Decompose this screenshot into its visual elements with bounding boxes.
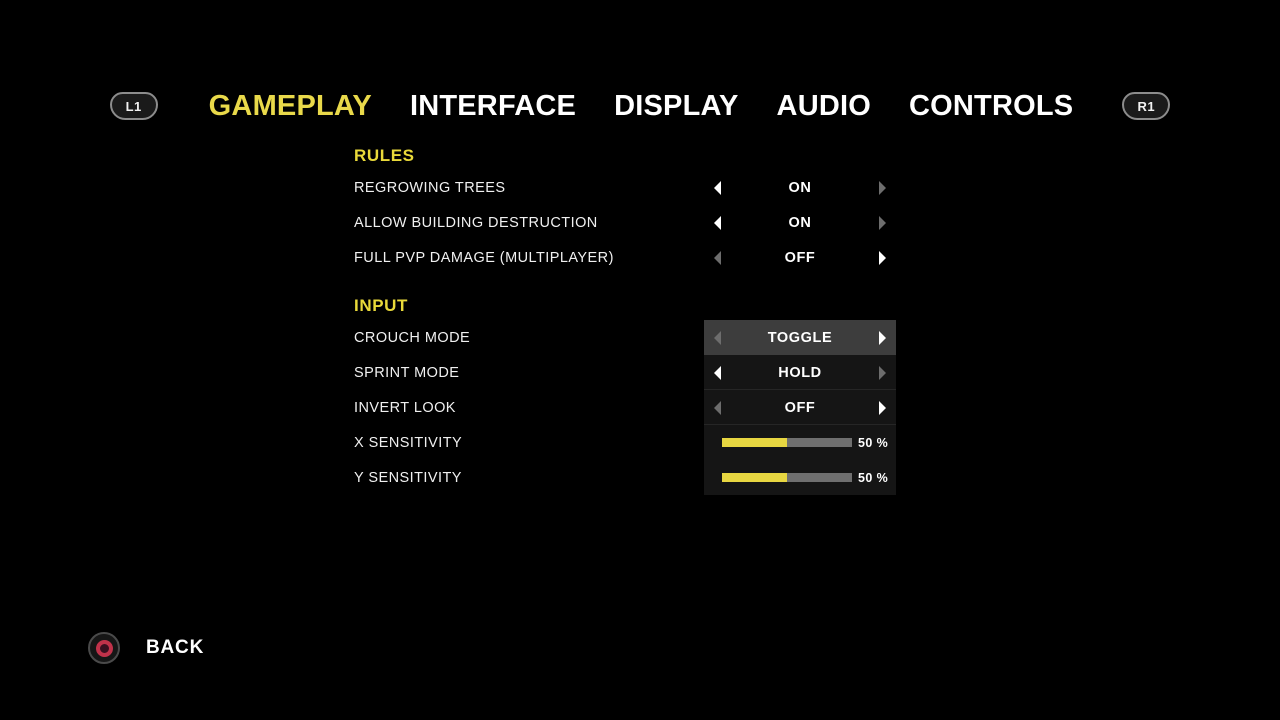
option-selector[interactable]: OFF xyxy=(704,240,896,275)
settings-row-group: REGROWING TREES ON ALLOW BUILDING DESTRUCT… xyxy=(354,170,896,275)
option-value: ON xyxy=(788,214,812,231)
option-selector[interactable]: ON xyxy=(704,205,896,240)
slider-track[interactable] xyxy=(722,438,852,447)
section-heading-rules: RULES xyxy=(354,146,415,165)
arrow-left-icon[interactable] xyxy=(704,355,734,390)
slider-value-label: 50 % xyxy=(858,435,889,450)
option-value: TOGGLE xyxy=(767,329,833,346)
slider-fill xyxy=(722,473,787,482)
option-selector[interactable]: TOGGLE xyxy=(704,320,896,355)
back-button-label: BACK xyxy=(146,637,205,658)
tab-interface[interactable]: INTERFACE xyxy=(391,91,595,121)
slider-fill xyxy=(722,438,787,447)
tab-gameplay[interactable]: GAMEPLAY xyxy=(190,91,391,121)
setting-label: CROUCH MODE xyxy=(354,329,471,346)
setting-label: REGROWING TREES xyxy=(354,179,506,196)
setting-label: ALLOW BUILDING DESTRUCTION xyxy=(354,214,598,231)
slider-control[interactable]: 50 % xyxy=(704,425,896,460)
arrow-right-icon[interactable] xyxy=(866,205,896,240)
setting-label: SPRINT MODE xyxy=(354,364,460,381)
arrow-left-icon[interactable] xyxy=(704,205,734,240)
settings-row[interactable]: REGROWING TREES ON xyxy=(354,170,896,205)
setting-label: FULL PVP DAMAGE (MULTIPLAYER) xyxy=(354,249,614,266)
tab-controls[interactable]: CONTROLS xyxy=(890,91,1092,121)
settings-section-input: INPUT CROUCH MODE TOGGLE SPRINT MODE HOLD INV… xyxy=(354,292,896,495)
option-selector[interactable]: HOLD xyxy=(704,355,896,390)
r1-shoulder-button-icon[interactable]: R1 xyxy=(1122,92,1171,120)
setting-label: X SENSITIVITY xyxy=(354,434,463,451)
option-selector[interactable]: OFF xyxy=(704,390,896,425)
section-heading-input: INPUT xyxy=(354,296,408,315)
back-button[interactable]: BACK xyxy=(88,630,204,666)
setting-label: INVERT LOOK xyxy=(354,399,456,416)
settings-row[interactable]: Y SENSITIVITY 50 % xyxy=(354,460,896,495)
arrow-right-icon[interactable] xyxy=(866,390,896,425)
settings-row-group: CROUCH MODE TOGGLE SPRINT MODE HOLD INVERT L… xyxy=(354,320,896,495)
settings-section-rules: RULES REGROWING TREES ON ALLOW BUILDING DES… xyxy=(354,142,896,275)
option-value: ON xyxy=(788,179,812,196)
tab-display[interactable]: DISPLAY xyxy=(595,91,757,121)
settings-row[interactable]: FULL PVP DAMAGE (MULTIPLAYER) OFF xyxy=(354,240,896,275)
settings-tab-bar: L1 GAMEPLAY INTERFACE DISPLAY AUDIO CONTROLS… xyxy=(0,85,1280,127)
tab-audio[interactable]: AUDIO xyxy=(758,91,890,121)
slider-track[interactable] xyxy=(722,473,852,482)
settings-row[interactable]: INVERT LOOK OFF xyxy=(354,390,896,425)
arrow-left-icon[interactable] xyxy=(704,390,734,425)
settings-row[interactable]: CROUCH MODE TOGGLE xyxy=(354,320,896,355)
slider-control[interactable]: 50 % xyxy=(704,460,896,495)
l1-shoulder-button-icon[interactable]: L1 xyxy=(109,92,158,120)
arrow-right-icon[interactable] xyxy=(866,170,896,205)
arrow-left-icon[interactable] xyxy=(704,240,734,275)
settings-row[interactable]: X SENSITIVITY 50 % xyxy=(354,425,896,460)
arrow-left-icon[interactable] xyxy=(704,320,734,355)
arrow-left-icon[interactable] xyxy=(704,170,734,205)
settings-panel: RULES REGROWING TREES ON ALLOW BUILDING DES… xyxy=(354,142,896,495)
playstation-circle-icon xyxy=(88,632,120,664)
option-selector[interactable]: ON xyxy=(704,170,896,205)
arrow-right-icon[interactable] xyxy=(866,355,896,390)
settings-row[interactable]: ALLOW BUILDING DESTRUCTION ON xyxy=(354,205,896,240)
option-value: OFF xyxy=(784,249,816,266)
option-value: OFF xyxy=(784,399,816,416)
setting-label: Y SENSITIVITY xyxy=(354,469,462,486)
option-value: HOLD xyxy=(778,364,822,381)
tab-list: GAMEPLAY INTERFACE DISPLAY AUDIO CONTROLS xyxy=(190,91,1093,121)
slider-value-label: 50 % xyxy=(858,470,889,485)
arrow-right-icon[interactable] xyxy=(866,240,896,275)
settings-row[interactable]: SPRINT MODE HOLD xyxy=(354,355,896,390)
arrow-right-icon[interactable] xyxy=(866,320,896,355)
